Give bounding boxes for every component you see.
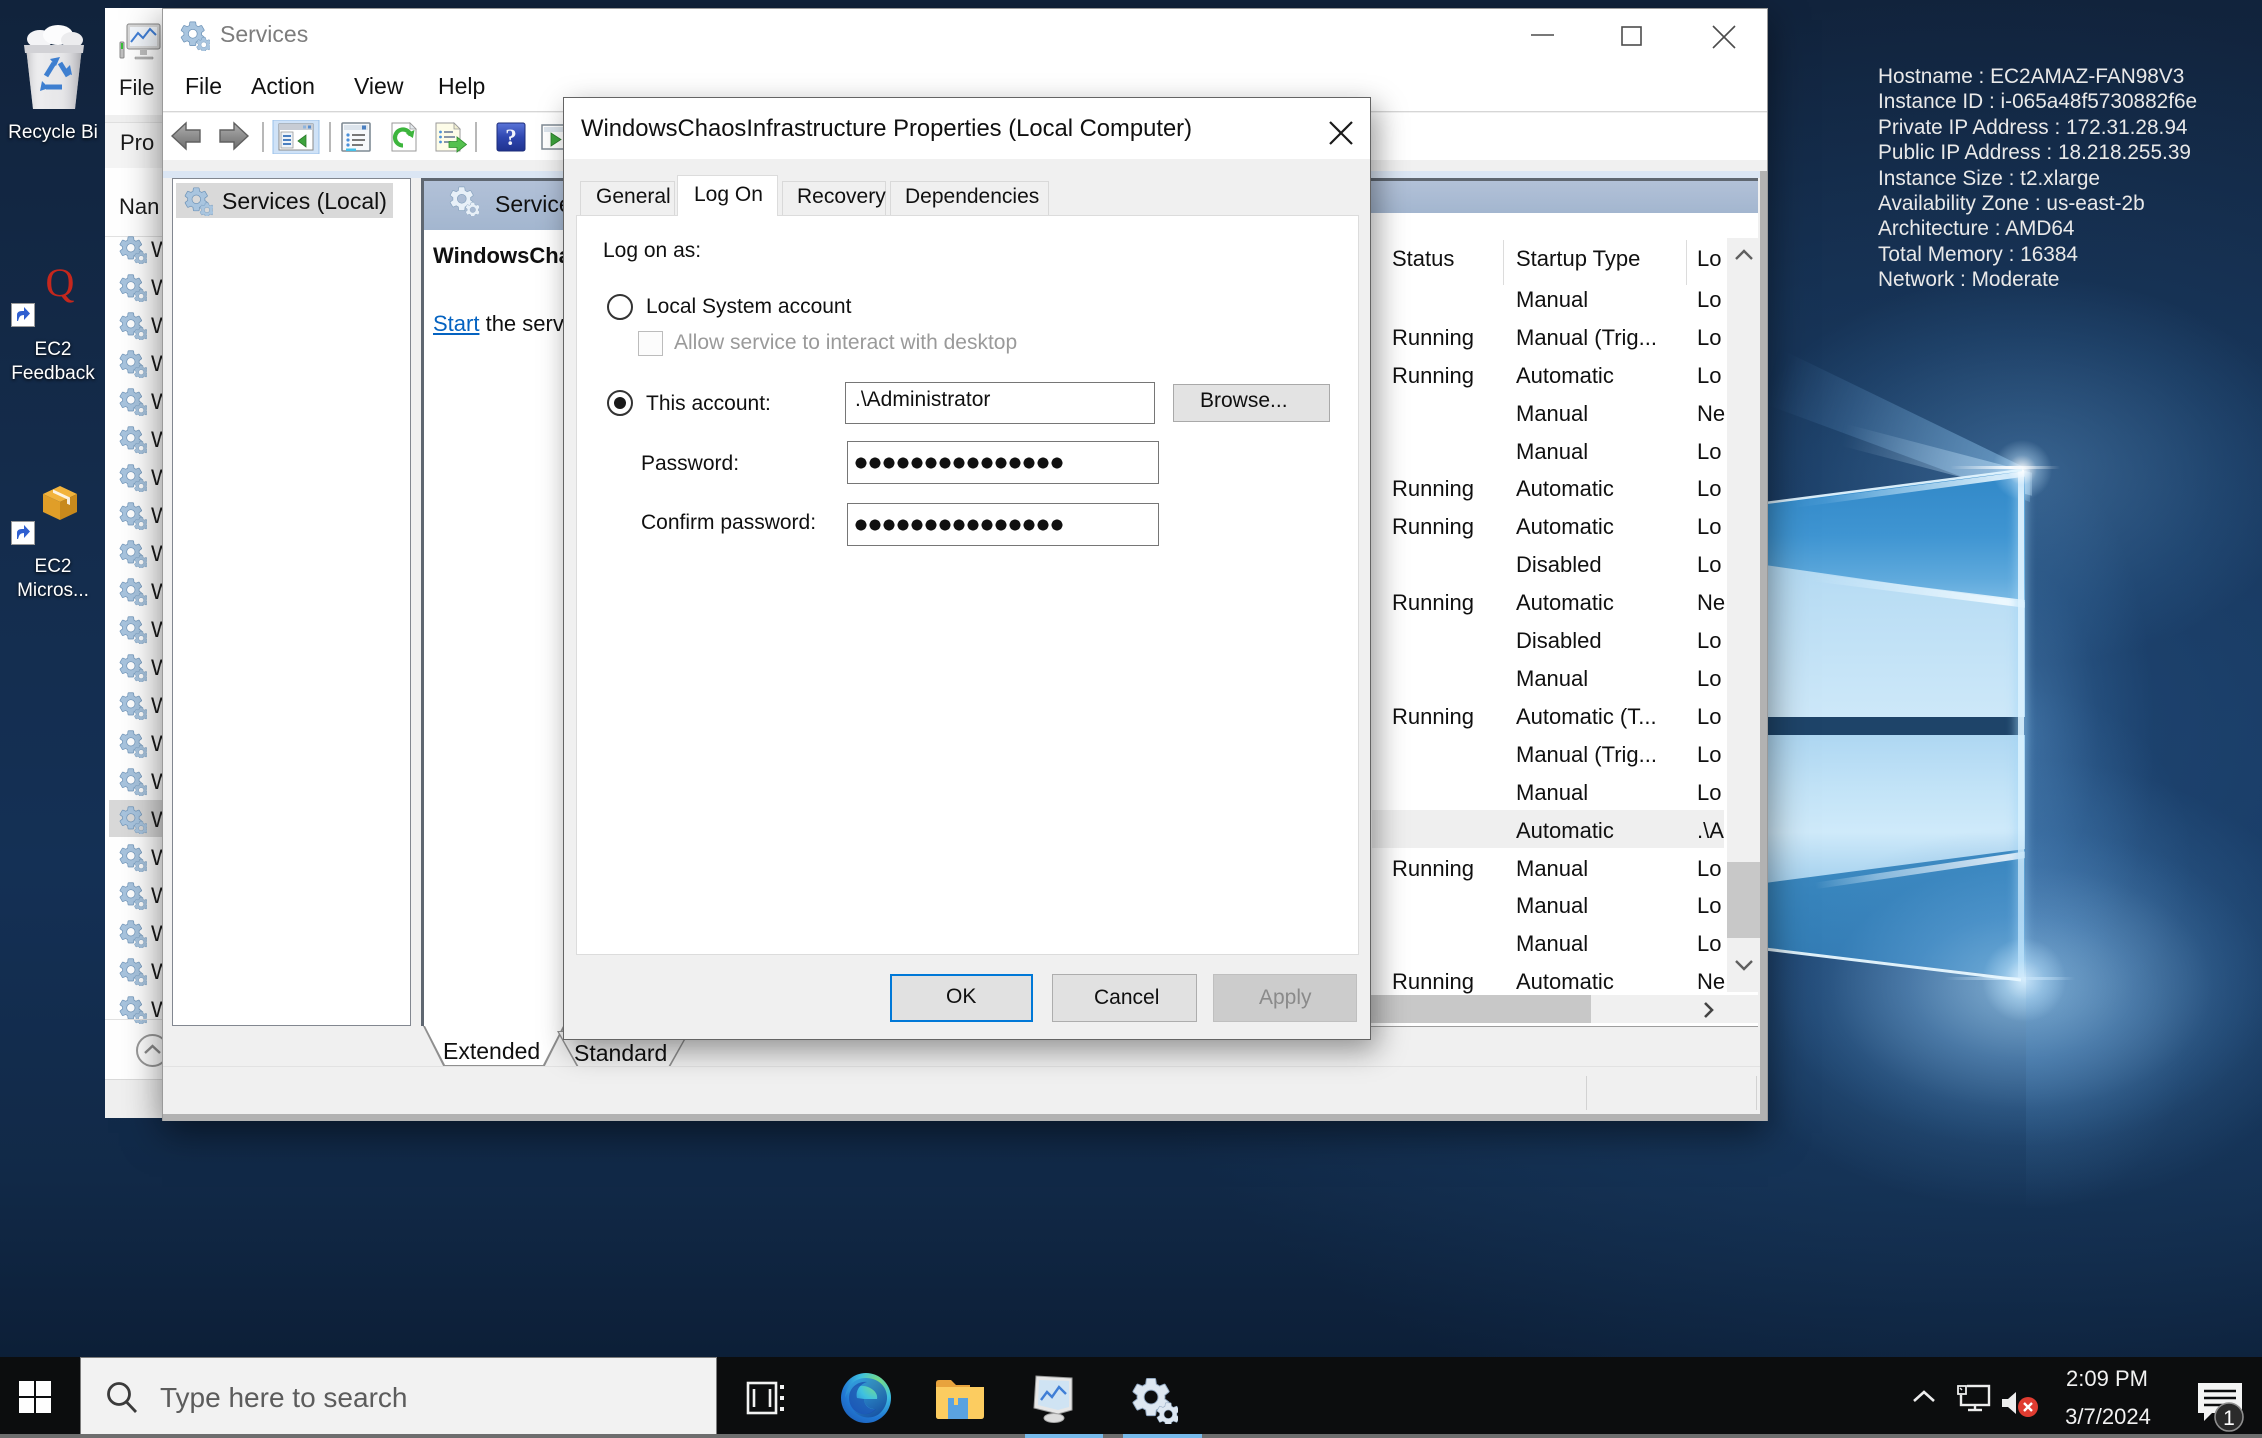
svg-text:1: 1 — [2223, 1407, 2235, 1430]
svg-text:?: ? — [505, 125, 517, 150]
